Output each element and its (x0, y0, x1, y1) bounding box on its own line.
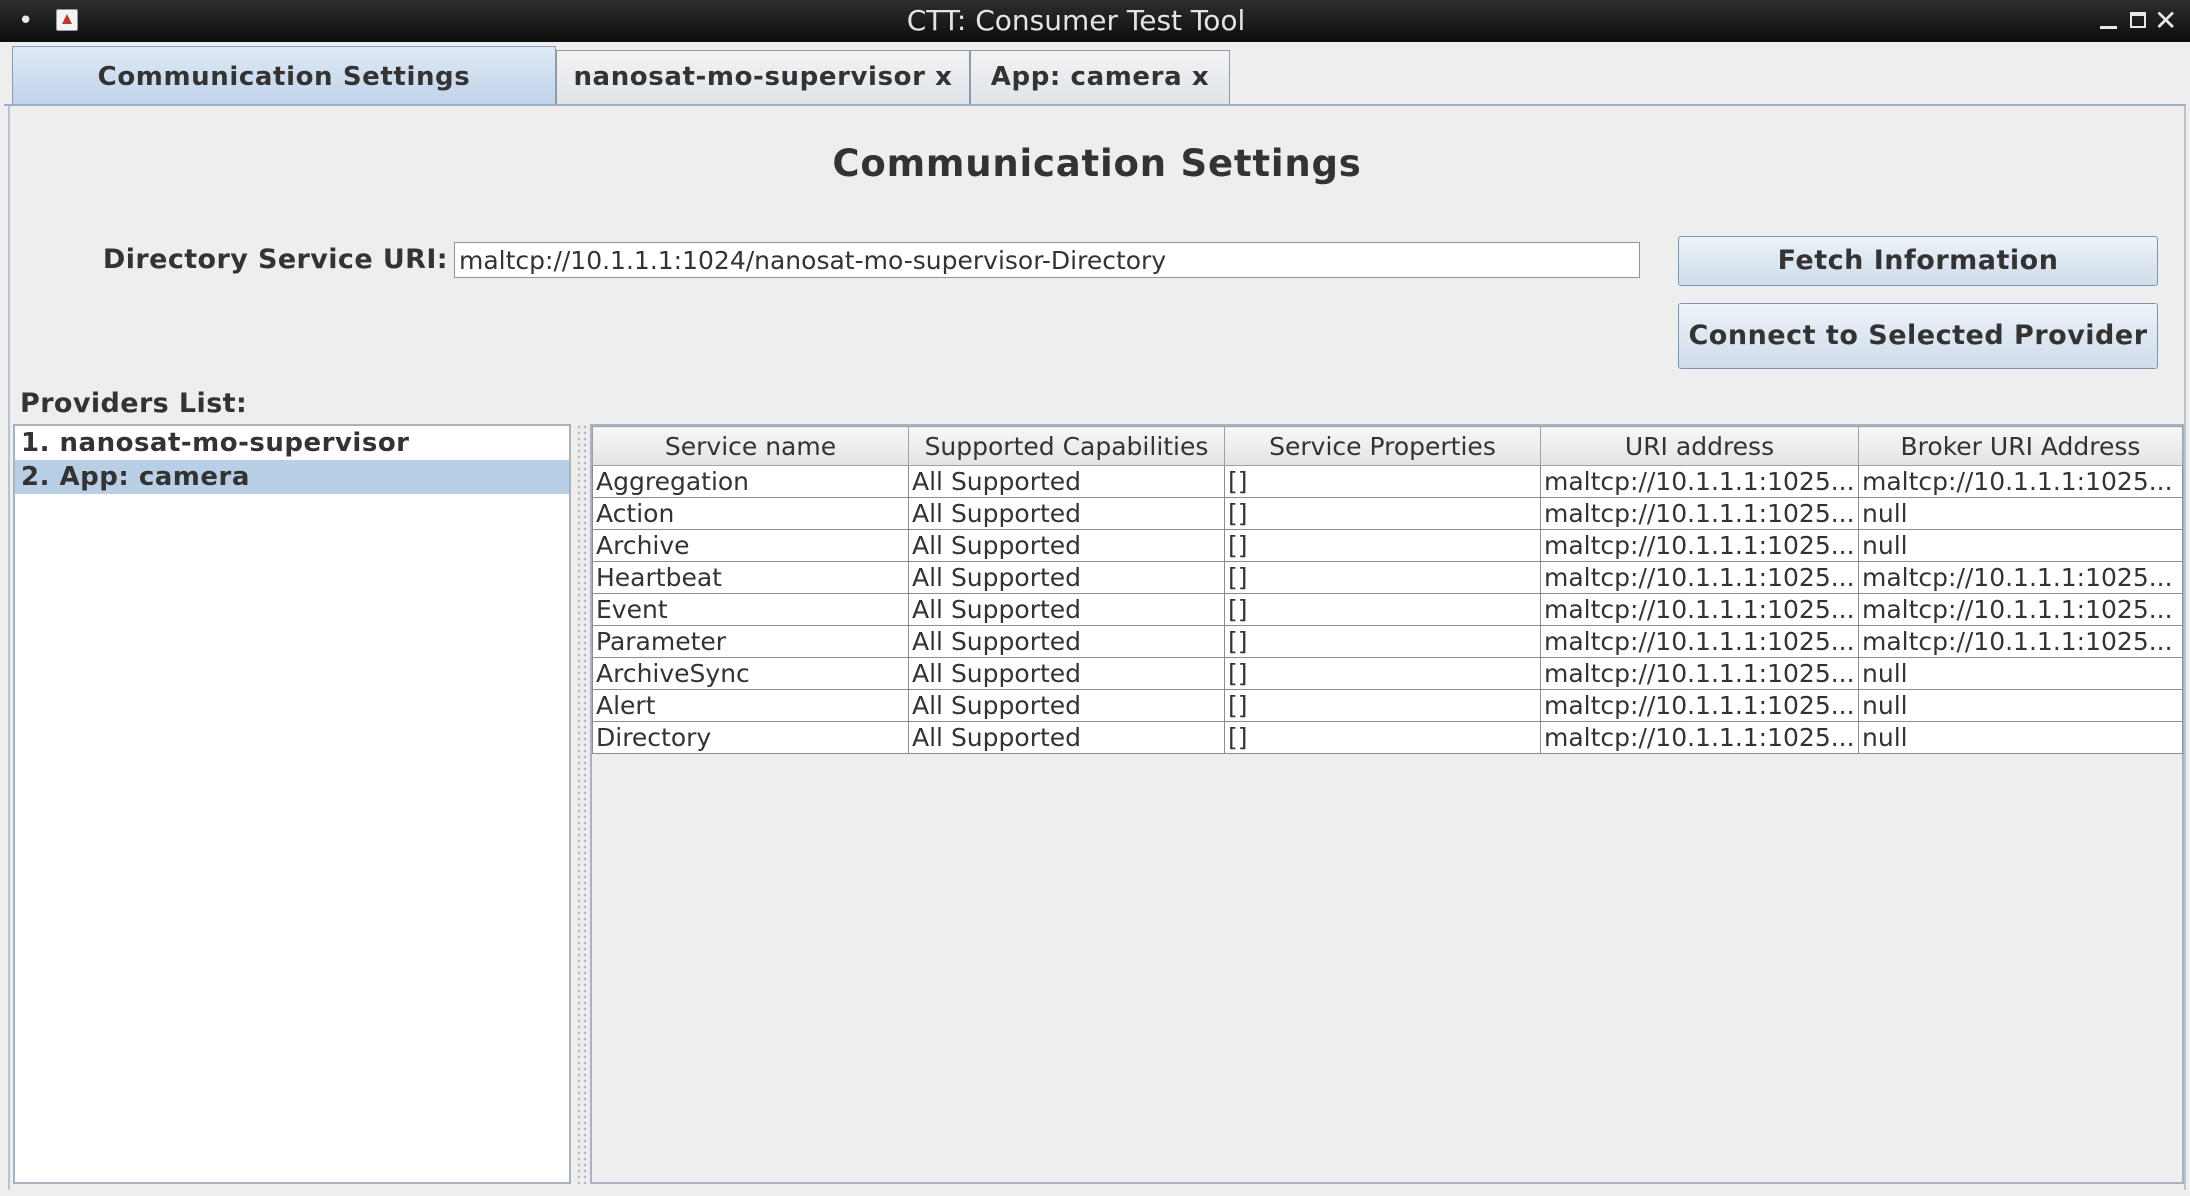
minimize-icon[interactable] (2100, 0, 2118, 42)
providers-list[interactable]: 1. nanosat-mo-supervisor 2. App: camera (13, 424, 571, 1184)
table-header-row: Service name Supported Capabilities Serv… (592, 426, 2183, 466)
capabilities-cell[interactable]: All Supported (908, 625, 1225, 658)
application-window: • CTT: Consumer Test Tool ✕ Communicatio… (0, 0, 2190, 1196)
capabilities-cell[interactable]: All Supported (908, 465, 1225, 498)
properties-cell[interactable]: [] (1224, 497, 1541, 530)
uri-address-cell[interactable]: maltcp://10.1.1.1:1025... (1540, 497, 1859, 530)
uri-address-cell[interactable]: maltcp://10.1.1.1:1025... (1540, 561, 1859, 594)
capabilities-cell[interactable]: All Supported (908, 561, 1225, 594)
uri-address-cell[interactable]: maltcp://10.1.1.1:1025... (1540, 689, 1859, 722)
provider-item-app-camera[interactable]: 2. App: camera (15, 460, 569, 494)
capabilities-cell[interactable]: All Supported (908, 497, 1225, 530)
providers-list-label: Providers List: (20, 388, 248, 419)
table-row[interactable]: Aggregation All Supported[] maltcp://10.1.… (592, 465, 2183, 498)
table-row[interactable]: Heartbeat All Supported[] maltcp://10.1.1.… (592, 561, 2183, 594)
services-table-body: Aggregation All Supported[] maltcp://10.1.… (592, 465, 2183, 754)
uri-address-cell[interactable]: maltcp://10.1.1.1:1025... (1540, 593, 1859, 626)
table-row[interactable]: ArchiveSync All Supported[] maltcp://10.1.… (592, 657, 2183, 690)
table-row[interactable]: Parameter All Supported[] maltcp://10.1.1.… (592, 625, 2183, 658)
broker-uri-cell[interactable]: maltcp://10.1.1.1:1025... (1858, 625, 2183, 658)
table-row[interactable]: Event All Supported[] maltcp://10.1.1.1:10… (592, 593, 2183, 626)
uri-address-cell[interactable]: maltcp://10.1.1.1:1025... (1540, 529, 1859, 562)
service-name-cell[interactable]: Parameter (592, 625, 909, 658)
capabilities-cell[interactable]: All Supported (908, 529, 1225, 562)
column-header-supported-capabilities[interactable]: Supported Capabilities (908, 426, 1225, 466)
directory-uri-label: Directory Service URI: (102, 244, 448, 275)
split-pane-divider[interactable] (576, 424, 588, 1184)
capabilities-cell[interactable]: All Supported (908, 689, 1225, 722)
services-table: Service name Supported Capabilities Serv… (592, 426, 2183, 754)
communication-settings-panel: Communication Settings Directory Service… (8, 106, 2186, 1190)
uri-address-cell[interactable]: maltcp://10.1.1.1:1025... (1540, 625, 1859, 658)
uri-address-cell[interactable]: maltcp://10.1.1.1:1025... (1540, 657, 1859, 690)
service-name-cell[interactable]: Aggregation (592, 465, 909, 498)
connect-provider-button[interactable]: Connect to Selected Provider (1678, 303, 2158, 369)
broker-uri-cell[interactable]: maltcp://10.1.1.1:1025... (1858, 593, 2183, 626)
properties-cell[interactable]: [] (1224, 721, 1541, 754)
maximize-icon[interactable] (2130, 12, 2146, 28)
properties-cell[interactable]: [] (1224, 561, 1541, 594)
properties-cell[interactable]: [] (1224, 657, 1541, 690)
tab-strip: Communication Settings (Directory) nanos… (0, 42, 2190, 152)
service-name-cell[interactable]: Archive (592, 529, 909, 562)
page-title: Communication Settings (832, 142, 1362, 185)
properties-cell[interactable]: [] (1224, 625, 1541, 658)
capabilities-cell[interactable]: All Supported (908, 657, 1225, 690)
broker-uri-cell[interactable]: maltcp://10.1.1.1:1025... (1858, 561, 2183, 594)
column-header-service-name[interactable]: Service name (592, 426, 909, 466)
service-name-cell[interactable]: Heartbeat (592, 561, 909, 594)
service-name-cell[interactable]: Event (592, 593, 909, 626)
capabilities-cell[interactable]: All Supported (908, 593, 1225, 626)
broker-uri-cell[interactable]: null (1858, 529, 2183, 562)
properties-cell[interactable]: [] (1224, 465, 1541, 498)
broker-uri-cell[interactable]: null (1858, 689, 2183, 722)
column-header-service-properties[interactable]: Service Properties (1224, 426, 1541, 466)
table-row[interactable]: Directory All Supported[] maltcp://10.1.1.… (592, 721, 2183, 754)
table-row[interactable]: Action All Supported[] maltcp://10.1.1.1:1… (592, 497, 2183, 530)
service-name-cell[interactable]: Alert (592, 689, 909, 722)
close-icon[interactable]: ✕ (2154, 0, 2177, 42)
uri-address-cell[interactable]: maltcp://10.1.1.1:1025... (1540, 465, 1859, 498)
properties-cell[interactable]: [] (1224, 529, 1541, 562)
table-row[interactable]: Archive All Supported[] maltcp://10.1.1.1:… (592, 529, 2183, 562)
fetch-information-button[interactable]: Fetch Information (1678, 236, 2158, 286)
service-name-cell[interactable]: ArchiveSync (592, 657, 909, 690)
broker-uri-cell[interactable]: null (1858, 721, 2183, 754)
uri-address-cell[interactable]: maltcp://10.1.1.1:1025... (1540, 721, 1859, 754)
broker-uri-cell[interactable]: null (1858, 497, 2183, 530)
tab-nanosat-mo-supervisor[interactable]: nanosat-mo-supervisor x (556, 50, 970, 104)
window-title: CTT: Consumer Test Tool (906, 4, 1246, 37)
title-bar[interactable]: • CTT: Consumer Test Tool ✕ (0, 0, 2190, 42)
properties-cell[interactable]: [] (1224, 593, 1541, 626)
service-name-cell[interactable]: Directory (592, 721, 909, 754)
column-header-broker-uri-address[interactable]: Broker URI Address (1858, 426, 2183, 466)
table-row[interactable]: Alert All Supported[] maltcp://10.1.1.1:10… (592, 689, 2183, 722)
directory-uri-input[interactable] (454, 242, 1640, 278)
capabilities-cell[interactable]: All Supported (908, 721, 1225, 754)
column-header-uri-address[interactable]: URI address (1540, 426, 1859, 466)
tab-communication-settings[interactable]: Communication Settings (Directory) (12, 46, 556, 152)
tab-app-camera[interactable]: App: camera x (970, 50, 1230, 104)
service-name-cell[interactable]: Action (592, 497, 909, 530)
properties-cell[interactable]: [] (1224, 689, 1541, 722)
provider-item-nanosat-mo-supervisor[interactable]: 1. nanosat-mo-supervisor (15, 426, 569, 460)
broker-uri-cell[interactable]: null (1858, 657, 2183, 690)
broker-uri-cell[interactable]: maltcp://10.1.1.1:1025... (1858, 465, 2183, 498)
services-table-scrollpane: Service name Supported Capabilities Serv… (590, 424, 2184, 1184)
